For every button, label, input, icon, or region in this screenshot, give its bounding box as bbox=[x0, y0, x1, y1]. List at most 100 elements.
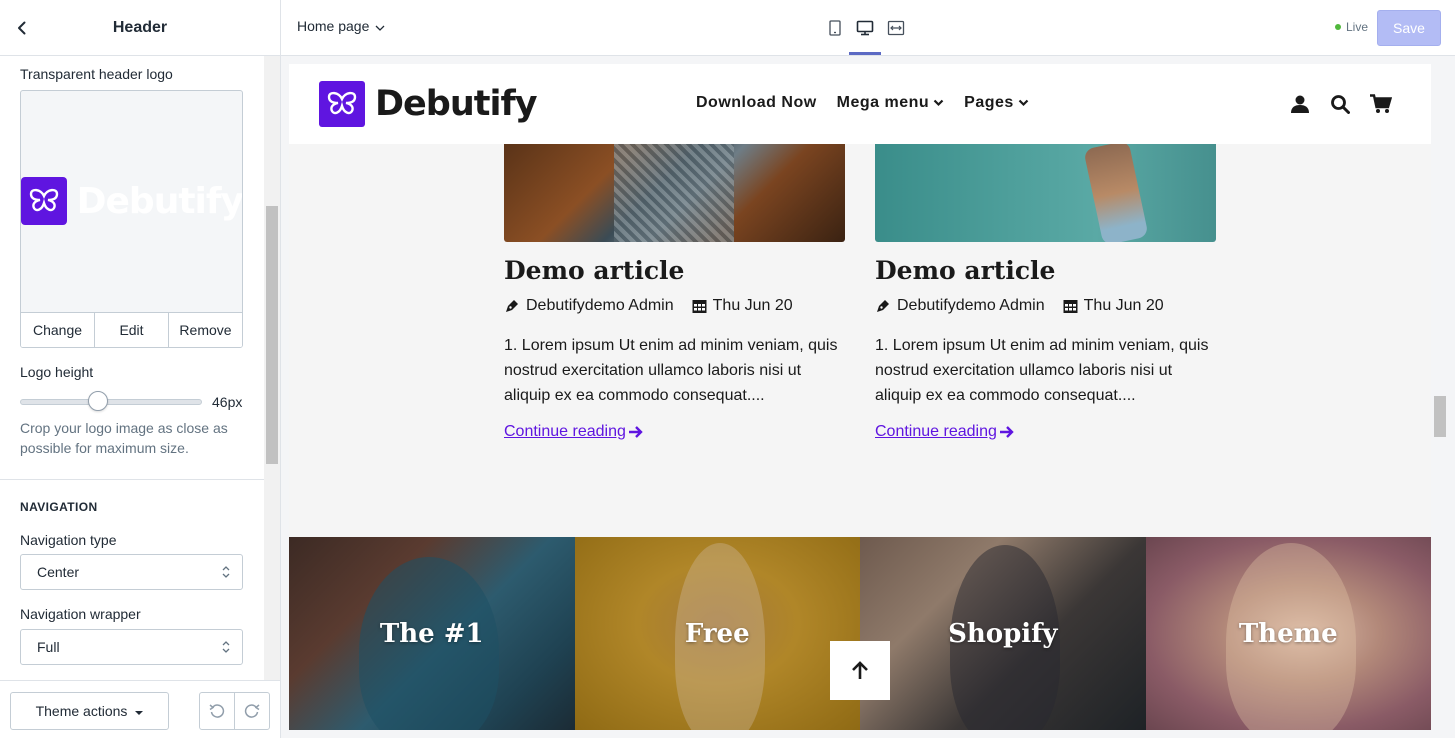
nav-item-label: Mega menu bbox=[836, 94, 930, 111]
banner-tile[interactable]: The #1 bbox=[289, 537, 575, 730]
navigation-type-label: Navigation type bbox=[20, 532, 117, 548]
live-label: Live bbox=[1346, 20, 1369, 34]
cart-icon[interactable] bbox=[1370, 94, 1393, 119]
nav-item-label: Pages bbox=[964, 94, 1014, 111]
sidebar-title: Header bbox=[112, 18, 168, 36]
edit-logo-button[interactable]: Edit bbox=[94, 313, 168, 347]
banner-tile-text: The #1 bbox=[379, 618, 484, 649]
article-image-detail bbox=[1083, 144, 1149, 242]
article-meta: Debutifydemo Admin Thu Jun 20 bbox=[875, 297, 1216, 315]
transparent-logo-label: Transparent header logo bbox=[20, 66, 173, 82]
article-card: Demo article Debutifydemo Admin Thu Jun … bbox=[504, 256, 845, 441]
article-image[interactable] bbox=[504, 144, 845, 242]
store-header: Debutify Download Now Mega menu Pages bbox=[289, 64, 1431, 144]
article-image[interactable] bbox=[875, 144, 1216, 242]
section-divider bbox=[0, 479, 264, 480]
settings-sidebar: Header Transparent header logo Debutify … bbox=[0, 0, 281, 738]
article-title[interactable]: Demo article bbox=[875, 256, 1216, 285]
article-author: Debutifydemo Admin bbox=[526, 297, 674, 314]
butterfly-logo-icon bbox=[319, 81, 365, 127]
continue-reading-link[interactable]: Continue reading bbox=[875, 423, 1216, 441]
banner-tile[interactable]: Shopify bbox=[860, 537, 1146, 730]
navigation-type-select[interactable]: Center bbox=[20, 554, 243, 590]
logo-help-text: Crop your logo image as close as possibl… bbox=[20, 420, 228, 456]
logo-preview: Debutify bbox=[21, 177, 243, 225]
page-selector[interactable]: Home page bbox=[297, 18, 385, 34]
continue-reading-link[interactable]: Continue reading bbox=[504, 423, 845, 441]
nav-item-label: Download Now bbox=[696, 94, 817, 111]
calendar-icon bbox=[1063, 300, 1078, 313]
sidebar-header: Header bbox=[0, 0, 280, 56]
theme-actions-label: Theme actions bbox=[35, 703, 128, 719]
calendar-icon bbox=[692, 300, 707, 313]
arrow-right-icon bbox=[628, 426, 643, 438]
mobile-view-icon[interactable] bbox=[825, 18, 845, 38]
back-to-top-button[interactable] bbox=[830, 641, 890, 700]
undo-icon[interactable] bbox=[200, 693, 234, 729]
article-image-detail bbox=[614, 144, 734, 242]
butterfly-logo-icon bbox=[21, 177, 67, 225]
banner-tile-text: Theme bbox=[1238, 618, 1338, 649]
nav-item-mega-menu[interactable]: Mega menu bbox=[837, 94, 945, 112]
logo-wordmark: Debutify bbox=[76, 180, 243, 222]
navigation-heading: NAVIGATION bbox=[20, 500, 98, 514]
article-title[interactable]: Demo article bbox=[504, 256, 845, 285]
redo-icon[interactable] bbox=[234, 693, 269, 729]
pen-icon bbox=[506, 300, 518, 312]
store-logo[interactable]: Debutify bbox=[319, 81, 538, 127]
nav-item-download-now[interactable]: Download Now bbox=[696, 94, 817, 112]
article-meta: Debutifydemo Admin Thu Jun 20 bbox=[504, 297, 845, 315]
article-excerpt: 1. Lorem ipsum Ut enim ad minim veniam, … bbox=[875, 337, 1209, 404]
select-arrows-icon bbox=[222, 565, 230, 579]
navigation-type-value: Center bbox=[37, 564, 80, 580]
logo-actions: Change Edit Remove bbox=[21, 312, 242, 347]
article-card: Demo article Debutifydemo Admin Thu Jun … bbox=[875, 256, 1216, 441]
store-nav: Download Now Mega menu Pages bbox=[696, 94, 1029, 112]
navigation-wrapper-value: Full bbox=[37, 639, 60, 655]
device-active-indicator bbox=[849, 52, 881, 55]
store-preview: Debutify Download Now Mega menu Pages De… bbox=[289, 64, 1431, 730]
live-dot bbox=[1335, 24, 1341, 30]
theme-actions-button[interactable]: Theme actions bbox=[10, 692, 169, 730]
article-date: Thu Jun 20 bbox=[1083, 297, 1164, 314]
preview-scrollbar-thumb[interactable] bbox=[1434, 396, 1446, 437]
account-icon[interactable] bbox=[1290, 94, 1310, 119]
sidebar-footer: Theme actions bbox=[0, 680, 280, 738]
continue-reading-label: Continue reading bbox=[875, 423, 997, 440]
banner-tile-text: Shopify bbox=[948, 618, 1058, 649]
editor-topbar: Home page Live Save bbox=[281, 0, 1455, 56]
search-icon[interactable] bbox=[1330, 94, 1350, 119]
full-width-view-icon[interactable] bbox=[886, 18, 906, 38]
arrow-right-icon bbox=[999, 426, 1014, 438]
banner-tile[interactable]: Free bbox=[574, 537, 860, 730]
desktop-view-icon[interactable] bbox=[855, 18, 875, 38]
undo-redo-group bbox=[199, 692, 270, 730]
save-button[interactable]: Save bbox=[1377, 10, 1441, 46]
banner-tile-text: Free bbox=[684, 618, 750, 649]
article-date: Thu Jun 20 bbox=[712, 297, 793, 314]
live-status: Live bbox=[1335, 20, 1368, 34]
back-chevron-icon[interactable] bbox=[12, 18, 32, 38]
navigation-wrapper-label: Navigation wrapper bbox=[20, 606, 141, 622]
chevron-down-icon bbox=[933, 99, 944, 107]
logo-image-picker[interactable]: Debutify Change Edit Remove bbox=[20, 90, 243, 348]
logo-height-slider-track[interactable] bbox=[20, 399, 202, 405]
continue-reading-label: Continue reading bbox=[504, 423, 626, 440]
remove-logo-button[interactable]: Remove bbox=[168, 313, 242, 347]
page-selector-label: Home page bbox=[297, 18, 370, 34]
banner-tile[interactable]: Theme bbox=[1145, 537, 1431, 730]
chevron-down-icon bbox=[375, 18, 385, 34]
sidebar-scrollbar-thumb[interactable] bbox=[266, 206, 278, 464]
nav-item-pages[interactable]: Pages bbox=[964, 94, 1029, 112]
logo-height-slider-thumb[interactable] bbox=[88, 391, 109, 411]
change-logo-button[interactable]: Change bbox=[21, 313, 94, 347]
article-author: Debutifydemo Admin bbox=[897, 297, 1045, 314]
navigation-wrapper-select[interactable]: Full bbox=[20, 629, 243, 665]
chevron-down-icon bbox=[1018, 99, 1029, 107]
pen-icon bbox=[877, 300, 889, 312]
arrow-up-icon bbox=[852, 660, 868, 679]
logo-height-label: Logo height bbox=[20, 364, 94, 380]
caret-down-icon bbox=[135, 703, 144, 719]
store-brand-name: Debutify bbox=[375, 84, 538, 124]
image-banner: The #1 Free Shopify Theme bbox=[289, 537, 1431, 730]
